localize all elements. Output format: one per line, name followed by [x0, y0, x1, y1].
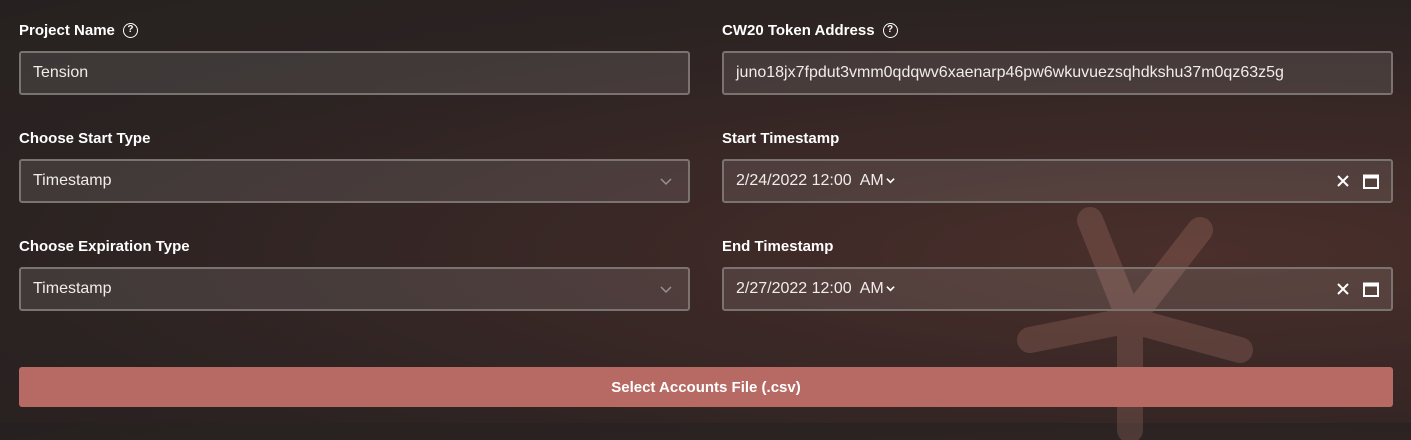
start-type-label: Choose Start Type — [19, 129, 151, 147]
chevron-down-icon — [660, 178, 672, 186]
help-icon[interactable]: ? — [122, 22, 138, 38]
start-timestamp-input[interactable]: 2/24/2022 12:00 AM — [722, 159, 1393, 203]
token-address-value: juno18jx7fpdut3vmm0qdqwv6xaenarp46pw6wku… — [736, 64, 1284, 81]
select-accounts-file-label: Select Accounts File (.csv) — [611, 378, 801, 396]
project-name-input[interactable]: Tension — [19, 51, 690, 95]
end-ampm-select[interactable]: AM — [860, 280, 895, 297]
start-timestamp-value: 2/24/2022 12:00 — [736, 172, 852, 189]
chevron-down-icon — [660, 286, 672, 294]
chevron-down-icon — [886, 286, 895, 292]
start-type-select[interactable]: Timestamp — [19, 159, 690, 203]
clear-icon[interactable] — [1337, 175, 1349, 187]
expiration-type-label: Choose Expiration Type — [19, 237, 190, 255]
expiration-type-select[interactable]: Timestamp — [19, 267, 690, 311]
select-accounts-file-button[interactable]: Select Accounts File (.csv) — [19, 367, 1393, 407]
start-timestamp-label: Start Timestamp — [722, 129, 840, 147]
token-address-input[interactable]: juno18jx7fpdut3vmm0qdqwv6xaenarp46pw6wku… — [722, 51, 1393, 95]
end-timestamp-input[interactable]: 2/27/2022 12:00 AM — [722, 267, 1393, 311]
end-timestamp-label: End Timestamp — [722, 237, 834, 255]
calendar-icon[interactable] — [1363, 281, 1379, 297]
start-type-value: Timestamp — [33, 172, 112, 189]
end-timestamp-value: 2/27/2022 12:00 — [736, 280, 852, 297]
token-address-label: CW20 Token Address — [722, 21, 875, 39]
project-name-value: Tension — [33, 64, 89, 81]
help-icon[interactable]: ? — [882, 22, 898, 38]
expiration-type-value: Timestamp — [33, 280, 112, 297]
start-ampm-select[interactable]: AM — [860, 172, 895, 189]
chevron-down-icon — [886, 178, 895, 184]
calendar-icon[interactable] — [1363, 173, 1379, 189]
clear-icon[interactable] — [1337, 283, 1349, 295]
project-name-label: Project Name — [19, 21, 115, 39]
